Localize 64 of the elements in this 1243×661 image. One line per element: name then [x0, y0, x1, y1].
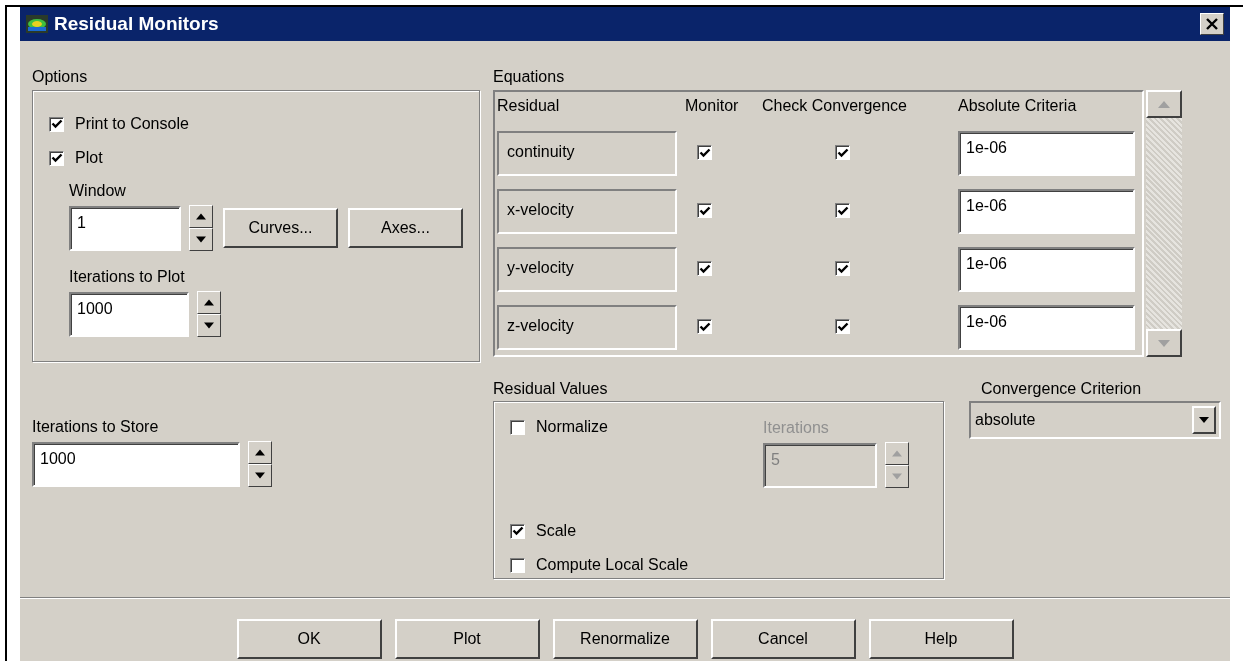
window-field[interactable]: 1: [69, 205, 181, 251]
spinner[interactable]: [885, 442, 909, 488]
checkbox[interactable]: [835, 261, 850, 276]
checkbox[interactable]: [49, 116, 64, 132]
spinner[interactable]: [189, 205, 213, 251]
group-label: Residual Values: [493, 379, 609, 399]
down-arrow-icon: [1199, 417, 1209, 423]
checkbox-label: Scale: [536, 522, 577, 540]
criteria-field[interactable]: 1e-06: [958, 305, 1135, 350]
checkbox[interactable]: [697, 203, 712, 218]
checkbox[interactable]: [510, 523, 525, 539]
criteria-field[interactable]: 1e-06: [958, 131, 1135, 176]
criteria-field[interactable]: 1e-06: [958, 247, 1135, 292]
checkbox-label: Plot: [75, 149, 103, 167]
dialog-button[interactable]: Help: [868, 619, 1014, 659]
field-label: Iterations to Plot: [69, 267, 186, 287]
down-arrow-icon: [1158, 339, 1170, 347]
dialog-button[interactable]: Cancel: [710, 619, 856, 659]
residual-name: x-velocity: [497, 189, 677, 234]
checkbox[interactable]: [835, 319, 850, 334]
checkbox[interactable]: [510, 419, 525, 435]
residual-name: y-velocity: [497, 247, 677, 292]
scroll-down-button[interactable]: [1146, 329, 1182, 357]
column-header: Monitor: [685, 96, 740, 116]
scrollbar[interactable]: [1146, 90, 1182, 357]
checkbox-label: Normalize: [536, 418, 608, 436]
field-label: Window: [69, 181, 127, 201]
axes-button[interactable]: Axes...: [348, 208, 463, 248]
scroll-up-button[interactable]: [1146, 90, 1182, 118]
up-arrow-icon: [1158, 100, 1170, 108]
field-label: Iterations to Store: [32, 417, 160, 437]
dropdown-button[interactable]: [1192, 406, 1216, 434]
field-label: Convergence Criterion: [980, 379, 1143, 399]
criteria-field[interactable]: 1e-06: [958, 189, 1135, 234]
checkbox[interactable]: [49, 150, 64, 166]
checkbox[interactable]: [510, 557, 525, 573]
checkbox[interactable]: [697, 319, 712, 334]
column-header: Check Convergence: [762, 96, 908, 116]
close-button[interactable]: [1200, 13, 1224, 35]
dialog-button[interactable]: Renormalize: [552, 619, 698, 659]
checkbox[interactable]: [835, 203, 850, 218]
close-icon: [1206, 18, 1218, 30]
group-label: Equations: [493, 67, 566, 87]
column-header: Absolute Criteria: [958, 96, 1078, 116]
residual-name: z-velocity: [497, 305, 677, 350]
group-label: Options: [32, 67, 89, 87]
dialog-button[interactable]: OK: [236, 619, 382, 659]
residual-name: continuity: [497, 131, 677, 176]
field-label: Iterations: [763, 418, 830, 438]
dialog-button[interactable]: Plot: [394, 619, 540, 659]
checkbox[interactable]: [835, 145, 850, 160]
spinner[interactable]: [248, 441, 272, 487]
app-icon: [26, 15, 48, 33]
checkbox-label: Compute Local Scale: [536, 556, 689, 574]
checkbox-label: Print to Console: [75, 115, 189, 133]
iterations-field[interactable]: 1000: [69, 291, 189, 337]
iterations-field[interactable]: 1000: [32, 441, 240, 487]
checkbox[interactable]: [697, 145, 712, 160]
criterion-dropdown[interactable]: absolute: [969, 401, 1221, 439]
column-header: Residual: [497, 96, 561, 116]
spinner[interactable]: [197, 291, 221, 337]
window-title: Residual Monitors: [54, 13, 219, 35]
checkbox[interactable]: [697, 261, 712, 276]
curves-button[interactable]: Curves...: [223, 208, 338, 248]
